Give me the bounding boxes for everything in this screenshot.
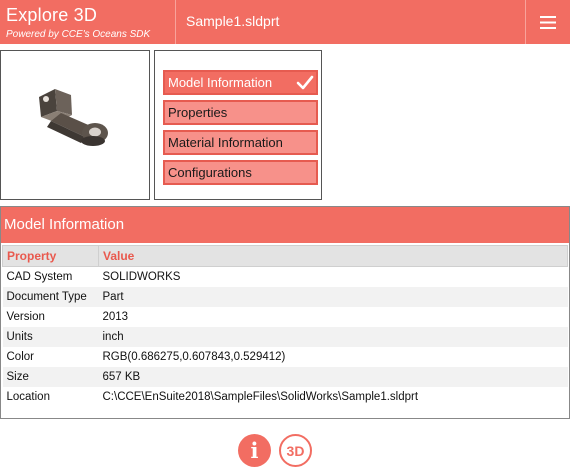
table-row: Version 2013 <box>3 307 568 327</box>
menu-item-label: Properties <box>168 105 228 120</box>
menu-item-properties[interactable]: Properties <box>163 100 318 125</box>
menu-item-label: Configurations <box>168 165 252 180</box>
info-icon[interactable]: i <box>238 434 271 467</box>
value-cell: RGB(0.686275,0.607843,0.529412) <box>102 350 286 363</box>
table-header-row: Property Value <box>2 245 568 267</box>
property-cell: Document Type <box>2 286 99 307</box>
section-title: Model Information <box>1 207 569 243</box>
value-cell: inch <box>98 326 568 347</box>
app-subtitle: Powered by CCE's Oceans SDK <box>6 29 151 40</box>
3d-view-icon[interactable]: 3D <box>279 434 312 467</box>
column-header-property: Property <box>2 245 99 267</box>
value-cell: SOLIDWORKS <box>102 270 181 283</box>
property-cell: Location <box>6 390 50 403</box>
menu-item-model-information[interactable]: Model Information <box>163 70 318 95</box>
value-cell: Part <box>98 286 568 307</box>
table-row: Size 657 KB <box>2 366 568 387</box>
brand: Explore 3D Powered by CCE's Oceans SDK <box>0 0 176 44</box>
section-menu: Model Information Properties Material In… <box>154 50 322 200</box>
app-title: Explore 3D <box>6 5 98 25</box>
menu-item-label: Model Information <box>168 75 273 90</box>
hamburger-menu-button[interactable] <box>525 0 570 44</box>
model-information-panel: Model Information Property Value CAD Sys… <box>0 206 570 419</box>
menu-item-label: Material Information <box>168 135 283 150</box>
checkmark-icon <box>296 75 314 90</box>
menu-item-configurations[interactable]: Configurations <box>163 160 318 185</box>
table-row: Units inch <box>2 326 568 347</box>
column-header-value: Value <box>98 245 568 267</box>
value-cell: 2013 <box>102 310 129 323</box>
property-cell: Size <box>2 366 99 387</box>
table-row: CAD System SOLIDWORKS <box>3 267 568 287</box>
property-cell: Units <box>2 326 99 347</box>
table-row: Location C:\CCE\EnSuite2018\SampleFiles\… <box>3 387 568 407</box>
property-cell: CAD System <box>6 270 73 283</box>
bottom-toolbar: i 3D <box>238 434 312 467</box>
3d-part-thumbnail <box>39 89 108 146</box>
properties-table: Property Value CAD System SOLIDWORKS Doc… <box>2 245 568 407</box>
value-cell: 657 KB <box>98 366 568 387</box>
menu-item-material-information[interactable]: Material Information <box>163 130 318 155</box>
property-cell: Version <box>6 310 45 323</box>
file-name: Sample1.sldprt <box>186 13 280 29</box>
property-cell: Color <box>6 350 34 363</box>
value-cell: C:\CCE\EnSuite2018\SampleFiles\SolidWork… <box>102 390 419 403</box>
model-thumbnail <box>0 50 150 200</box>
hamburger-menu-icon <box>540 15 556 29</box>
table-row: Color RGB(0.686275,0.607843,0.529412) <box>3 347 568 367</box>
app-header: Explore 3D Powered by CCE's Oceans SDK S… <box>0 0 570 44</box>
table-row: Document Type Part <box>2 286 568 307</box>
